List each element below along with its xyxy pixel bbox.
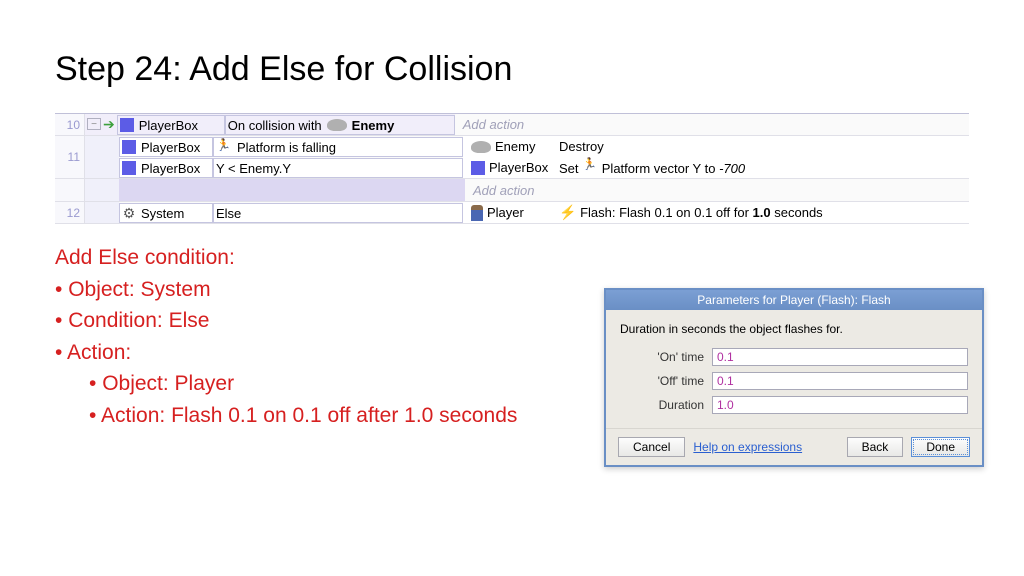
condition-text[interactable]: Else	[213, 203, 463, 223]
condition-label: Platform is falling	[237, 140, 336, 155]
off-time-input[interactable]	[712, 372, 968, 390]
parameters-dialog: Parameters for Player (Flash): Flash Dur…	[604, 288, 984, 467]
action-object: Player	[487, 205, 524, 220]
on-time-label: 'On' time	[620, 350, 712, 364]
event-row-12[interactable]: 12 System Else Player ⚡ Flash: Flash 0.1…	[55, 202, 969, 224]
bolt-icon: ⚡	[559, 204, 576, 220]
square-icon	[122, 161, 136, 175]
condition-label: On collision with	[228, 118, 322, 133]
action-text: Destroy	[559, 139, 604, 154]
condition-object[interactable]: System	[119, 203, 213, 223]
add-action-link[interactable]: Add action	[455, 114, 969, 135]
back-button[interactable]: Back	[847, 437, 904, 457]
condition-object[interactable]: PlayerBox	[119, 158, 213, 178]
platform-run-icon	[582, 159, 598, 173]
condition-label: Y < Enemy.Y	[216, 161, 291, 176]
indent	[85, 179, 119, 201]
enemy-icon	[471, 141, 491, 153]
condition-text[interactable]: Y < Enemy.Y	[213, 158, 463, 178]
square-icon	[120, 118, 134, 132]
target-label: Enemy	[352, 118, 395, 133]
trigger-arrow-icon: ➔	[103, 114, 117, 135]
duration-label: Duration	[620, 398, 712, 412]
line-number: 10	[55, 114, 85, 135]
action-text: Set Platform vector Y to -700	[559, 159, 745, 176]
action-text: ⚡ Flash: Flash 0.1 on 0.1 off for 1.0 se…	[559, 204, 823, 221]
player-icon	[471, 205, 483, 221]
condition-text[interactable]: Platform is falling	[213, 137, 463, 157]
collapse-icon[interactable]: −	[87, 118, 101, 130]
action-set-vector[interactable]: PlayerBox Set Platform vector Y to -700	[463, 157, 969, 178]
line-number	[55, 179, 85, 201]
page-title: Step 24: Add Else for Collision	[55, 50, 969, 89]
duration-input[interactable]	[712, 396, 968, 414]
condition-object[interactable]: PlayerBox	[117, 115, 225, 135]
event-row-11: 11 PlayerBox Platform is falling	[55, 136, 969, 179]
enemy-icon	[327, 119, 347, 131]
line-number: 12	[55, 202, 85, 223]
line-number: 11	[55, 136, 85, 178]
event-row-11b: Add action	[55, 179, 969, 202]
condition-text[interactable]: On collision with Enemy	[225, 115, 455, 135]
object-label: PlayerBox	[141, 161, 200, 176]
off-time-label: 'Off' time	[620, 374, 712, 388]
event-sheet: 10 − ➔ PlayerBox On collision with Enemy…	[55, 113, 969, 224]
dialog-title: Parameters for Player (Flash): Flash	[606, 290, 982, 310]
event-row-10[interactable]: 10 − ➔ PlayerBox On collision with Enemy…	[55, 114, 969, 136]
platform-run-icon	[216, 140, 232, 154]
dialog-description: Duration in seconds the object flashes f…	[620, 322, 968, 336]
done-button[interactable]: Done	[911, 437, 970, 457]
selection-bar[interactable]	[119, 179, 465, 201]
indent	[85, 136, 119, 178]
indent	[85, 202, 119, 223]
action-object: Enemy	[495, 139, 535, 154]
add-action-link[interactable]: Add action	[465, 179, 969, 201]
object-label: PlayerBox	[141, 140, 200, 155]
action-object: PlayerBox	[489, 160, 548, 175]
square-icon	[122, 140, 136, 154]
object-label: PlayerBox	[139, 118, 198, 133]
gear-icon	[122, 206, 136, 220]
action-flash[interactable]: Player ⚡ Flash: Flash 0.1 on 0.1 off for…	[463, 202, 969, 223]
on-time-input[interactable]	[712, 348, 968, 366]
condition-object[interactable]: PlayerBox	[119, 137, 213, 157]
help-link[interactable]: Help on expressions	[693, 440, 838, 454]
square-icon	[471, 161, 485, 175]
instr-heading: Add Else condition:	[55, 242, 969, 274]
condition-label: Else	[216, 206, 241, 221]
object-label: System	[141, 206, 184, 221]
cancel-button[interactable]: Cancel	[618, 437, 685, 457]
action-destroy[interactable]: Enemy Destroy	[463, 136, 969, 157]
